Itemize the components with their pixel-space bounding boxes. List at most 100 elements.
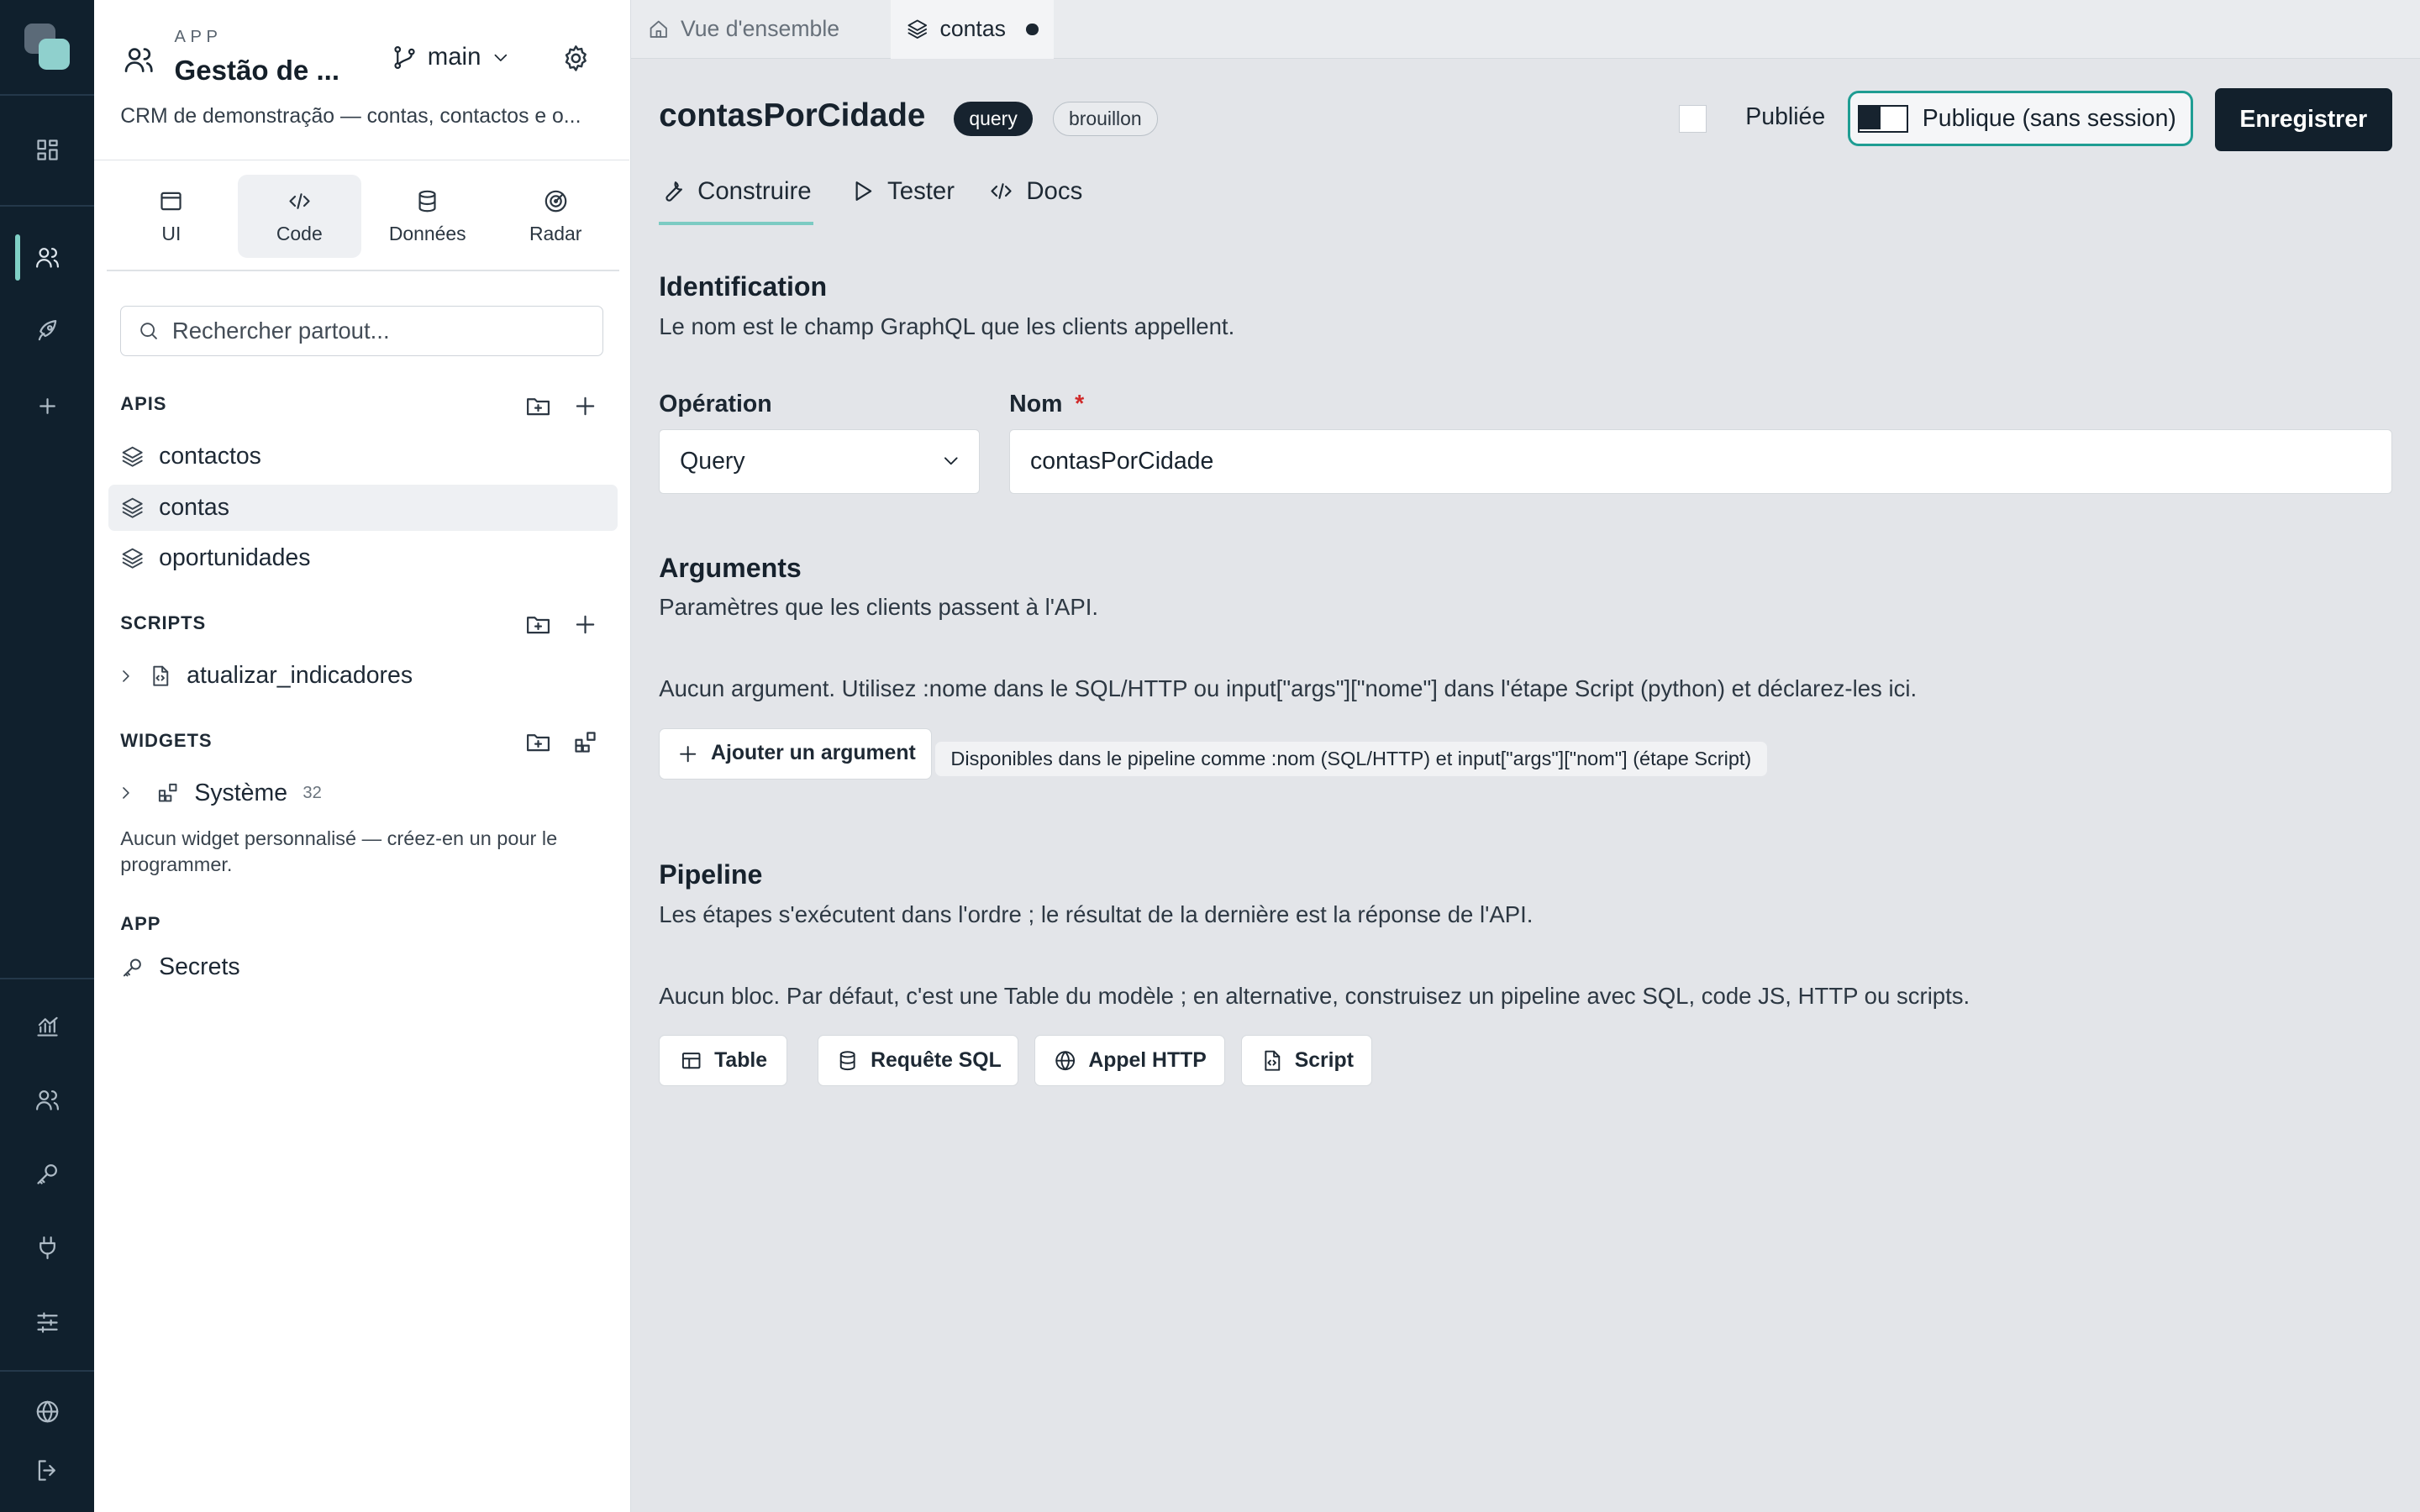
apis-actions (524, 392, 598, 420)
search-placeholder: Rechercher partout... (171, 317, 390, 344)
operation-select[interactable]: Query (659, 428, 981, 494)
app-description: CRM de demonstração — contas, contactos … (120, 104, 581, 128)
block-label: Appel HTTP (1088, 1048, 1207, 1072)
add-argument-button[interactable]: Ajouter un argument (659, 727, 933, 780)
add-icon[interactable] (571, 611, 599, 638)
search-icon (137, 319, 160, 343)
public-toggle[interactable]: Publique (sans session) (1847, 91, 2193, 147)
tab-vue-ensemble[interactable]: Vue d'ensemble (647, 0, 839, 59)
subtab-tester[interactable]: Tester (849, 175, 955, 208)
pipeline-title: Pipeline (659, 859, 763, 890)
play-icon (849, 177, 876, 205)
add-script-block-button[interactable]: Script (1240, 1035, 1372, 1087)
mode-tab-code[interactable]: Code (237, 174, 361, 258)
unsaved-dot[interactable] (1025, 23, 1039, 36)
mode-tab-label: Données (388, 222, 466, 244)
add-sql-block-button[interactable]: Requête SQL (818, 1035, 1019, 1087)
scripts-actions (524, 611, 598, 638)
mode-tab-donnees[interactable]: Données (366, 175, 489, 258)
chevron-right-icon[interactable] (116, 783, 136, 803)
script-item-atualizar-indicadores[interactable]: atualizar_indicadores (108, 653, 618, 699)
subtab-docs[interactable]: Docs (987, 175, 1082, 208)
apps-users-icon[interactable] (31, 241, 65, 275)
add-http-block-button[interactable]: Appel HTTP (1034, 1035, 1226, 1087)
sliders-icon[interactable] (31, 1305, 65, 1339)
app-sidebar: APP Gestão de ... main CRM de demonstraç… (94, 0, 632, 1512)
script-item-label: atualizar_indicadores (187, 661, 413, 689)
arguments-hint: Disponibles dans le pipeline comme :nom … (935, 742, 1767, 776)
operation-value: Query (680, 447, 745, 475)
api-item-oportunidades[interactable]: oportunidades (108, 535, 618, 581)
rail-divider (0, 94, 95, 96)
wrench-icon (659, 177, 687, 205)
published-checkbox[interactable] (1679, 104, 1707, 133)
app-kicker: APP (174, 28, 223, 47)
git-branch-icon (391, 44, 418, 71)
widget-count: 32 (302, 783, 322, 802)
editor-main: Vue d'ensemble contas contasPorCidade qu… (631, 0, 2420, 1512)
add-table-block-button[interactable]: Table (659, 1035, 787, 1087)
file-code-icon (1260, 1048, 1284, 1073)
mode-tab-ui[interactable]: UI (109, 175, 233, 258)
add-icon[interactable] (31, 389, 65, 423)
dashboard-icon[interactable] (31, 133, 65, 166)
new-folder-icon[interactable] (524, 392, 552, 420)
chevron-down-icon (939, 449, 963, 473)
operation-label: Opération (659, 390, 772, 417)
file-code-icon (148, 664, 172, 688)
arguments-desc: Paramètres que les clients passent à l'A… (659, 594, 1099, 621)
section-label-app: APP (120, 913, 161, 935)
analytics-icon[interactable] (31, 1009, 65, 1042)
api-name-title: contasPorCidade (659, 97, 926, 134)
api-item-contactos[interactable]: contactos (108, 433, 618, 480)
arguments-title: Arguments (659, 552, 802, 583)
mode-tab-label: Code (276, 222, 323, 244)
api-item-label: oportunidades (159, 544, 311, 572)
plug-icon[interactable] (31, 1231, 65, 1265)
api-item-label: contas (159, 493, 229, 521)
api-item-contas[interactable]: contas (108, 484, 618, 531)
tab-label: contas (939, 16, 1006, 42)
new-folder-icon[interactable] (524, 728, 552, 756)
arguments-empty: Aucun argument. Utilisez :nome dans le S… (659, 675, 1918, 702)
subtab-construire[interactable]: Construire (659, 175, 812, 208)
app-item-secrets[interactable]: Secrets (108, 944, 618, 990)
rail-divider (0, 1369, 95, 1372)
table-icon (679, 1048, 703, 1073)
identification-desc: Le nom est le champ GraphQL que les clie… (659, 312, 1235, 339)
subtab-label: Tester (887, 176, 955, 205)
chevron-right-icon[interactable] (116, 666, 136, 686)
operation-badge: query (954, 102, 1034, 136)
widget-item-systeme[interactable]: Système 32 (108, 770, 618, 816)
key-icon[interactable] (31, 1158, 65, 1191)
tab-contas[interactable]: contas (890, 0, 1054, 59)
save-button[interactable]: Enregistrer (2214, 87, 2392, 151)
add-widget-icon[interactable] (571, 728, 599, 756)
name-input[interactable]: contasPorCidade (1009, 428, 2392, 494)
code-icon (987, 177, 1015, 205)
branch-selector[interactable]: main (391, 43, 512, 71)
branch-name: main (427, 43, 481, 71)
add-icon[interactable] (571, 392, 599, 420)
mode-tab-radar[interactable]: Radar (494, 175, 618, 258)
name-input-value: contasPorCidade (1030, 447, 1214, 475)
widgets-actions (524, 728, 598, 756)
logout-icon[interactable] (31, 1453, 65, 1487)
users-icon[interactable] (31, 1083, 65, 1116)
app-root: APP Gestão de ... main CRM de demonstraç… (0, 0, 2420, 1512)
globe-icon[interactable] (31, 1394, 65, 1428)
mode-tabs: UI Code Données Radar (109, 174, 618, 258)
section-label-apis: APIS (120, 393, 167, 415)
app-item-label: Secrets (159, 953, 240, 981)
status-badge: brouillon (1052, 102, 1159, 136)
rocket-icon[interactable] (31, 315, 65, 349)
identification-title: Identification (659, 271, 828, 302)
search-input[interactable]: Rechercher partout... (120, 305, 604, 357)
logo[interactable] (24, 23, 71, 73)
block-label: Requête SQL (871, 1048, 1002, 1072)
public-toggle-label: Publique (sans session) (1922, 104, 2176, 132)
rail-divider (0, 978, 95, 980)
gear-icon[interactable] (560, 43, 592, 74)
new-folder-icon[interactable] (524, 611, 552, 638)
public-switch[interactable] (1857, 104, 1909, 133)
